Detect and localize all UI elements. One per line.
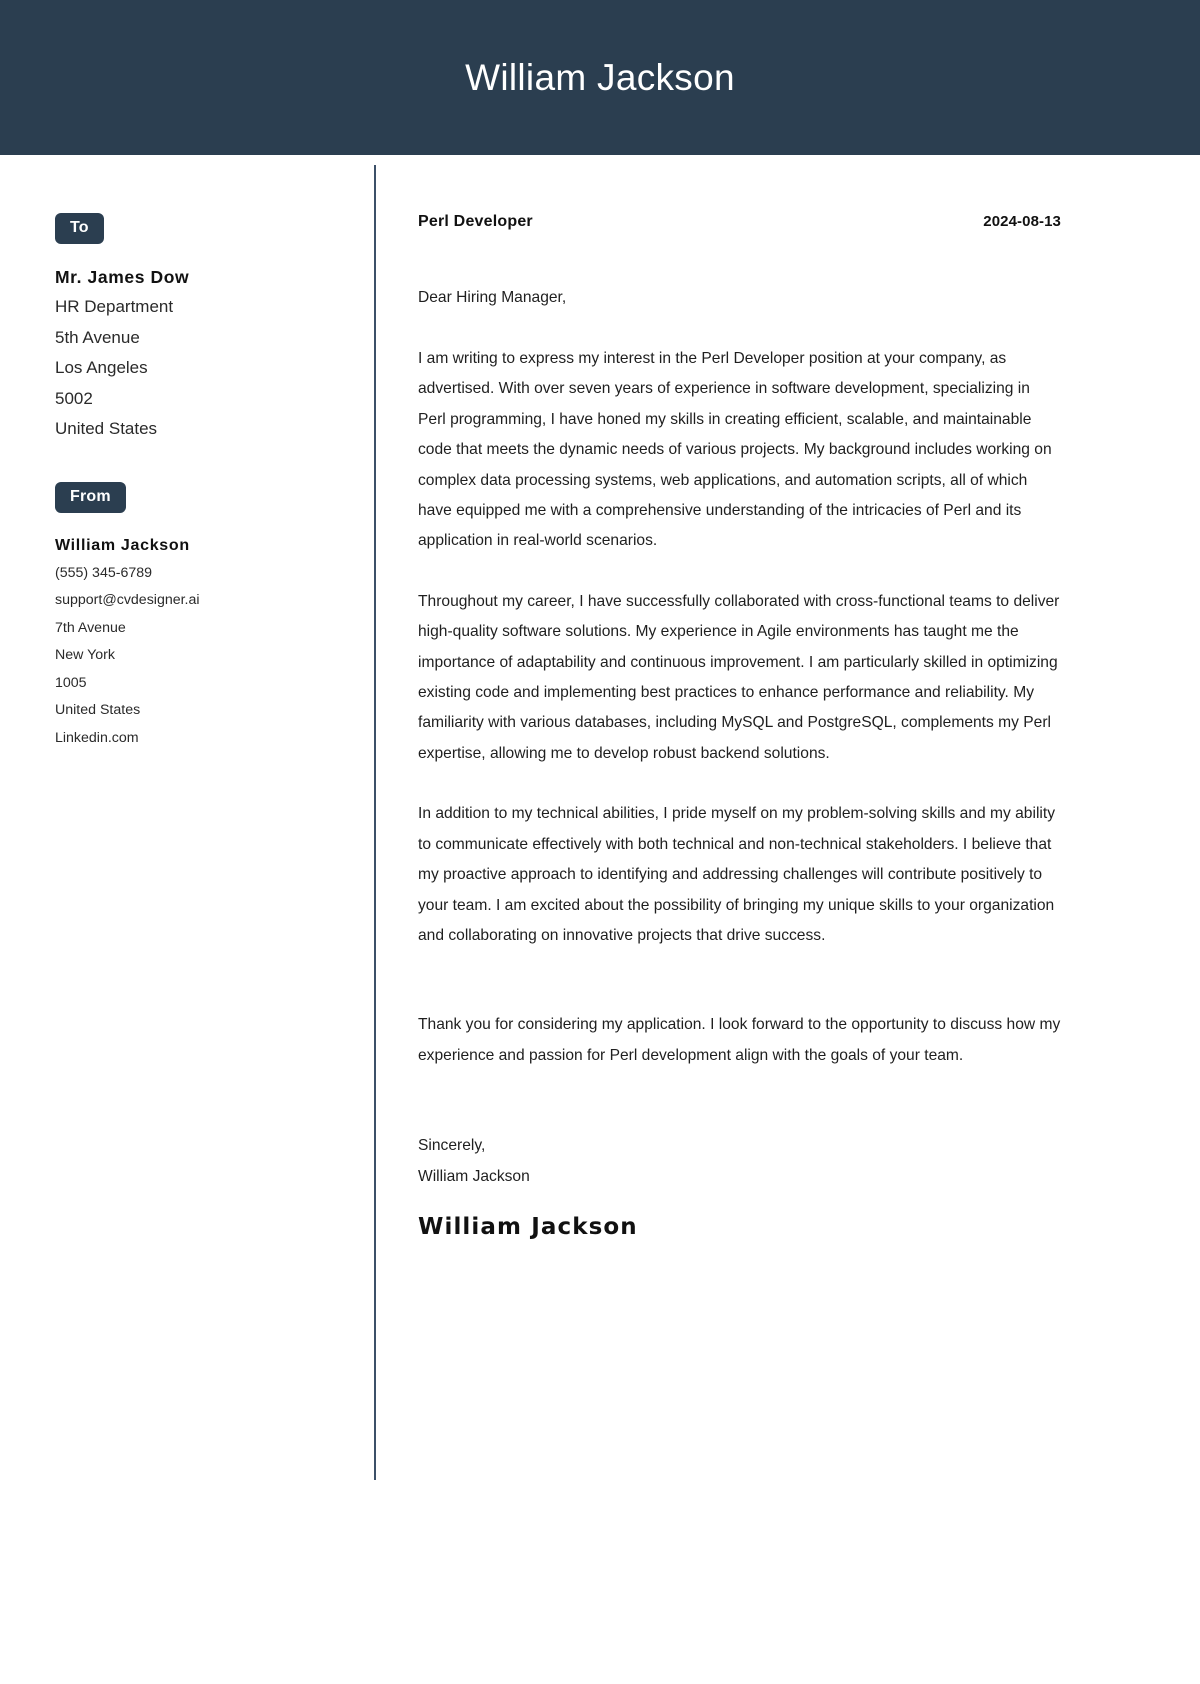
recipient-line: Los Angeles (55, 358, 148, 377)
letter-paragraph: Throughout my career, I have successfull… (418, 592, 1060, 762)
sender-address-block: William Jackson (555) 345-6789 support@c… (55, 531, 345, 753)
sender-linkedin: Linkedin.com (55, 729, 139, 746)
recipient-name: Mr. James Dow (55, 267, 190, 287)
letter-paragraph: Thank you for considering my application… (418, 1016, 1061, 1064)
document-header: William Jackson (0, 0, 1200, 155)
letter-sheet: To Mr. James Dow HR Department 5th Avenu… (0, 155, 1200, 1684)
sender-phone: (555) 345-6789 (55, 564, 153, 581)
recipient-line: 5002 (55, 388, 93, 408)
column-divider (374, 165, 376, 1480)
signature: William Jackson (418, 1213, 638, 1240)
letter-date: 2024-08-13 (983, 213, 1061, 230)
letter-paragraph: In addition to my technical abilities, I… (418, 805, 1056, 944)
from-badge: From (55, 481, 126, 513)
sender-name: William Jackson (55, 536, 190, 554)
letter-paragraph: I am writing to express my interest in t… (418, 350, 1052, 550)
sender-line: 1005 (55, 674, 87, 691)
recipient-line: HR Department (55, 297, 174, 316)
recipient-address-block: Mr. James Dow HR Department 5th Avenue L… (55, 262, 345, 445)
job-title: Perl Developer (418, 213, 533, 230)
sender-line: 7th Avenue (55, 619, 126, 636)
to-badge: To (55, 213, 104, 244)
sender-line: New York (55, 647, 115, 663)
recipient-line: 5th Avenue (55, 327, 140, 347)
recipient-line: United States (55, 419, 158, 438)
page-title: William Jackson (465, 57, 735, 98)
sender-line: United States (55, 702, 141, 718)
letter-meta-row: Perl Developer 2024-08-13 (418, 213, 1061, 231)
salutation: Dear Hiring Manager, (418, 289, 567, 306)
from-badge-wrapper: From (55, 481, 345, 513)
letter-body: Perl Developer 2024-08-13 Dear Hiring Ma… (418, 213, 1061, 1242)
sender-email: support@cvdesigner.ai (55, 592, 200, 608)
closing-block: Sincerely, William Jackson (418, 1131, 1061, 1192)
closing-word: Sincerely, (418, 1137, 486, 1155)
address-sidebar: To Mr. James Dow HR Department 5th Avenu… (55, 213, 345, 752)
closing-name: William Jackson (418, 1167, 530, 1185)
